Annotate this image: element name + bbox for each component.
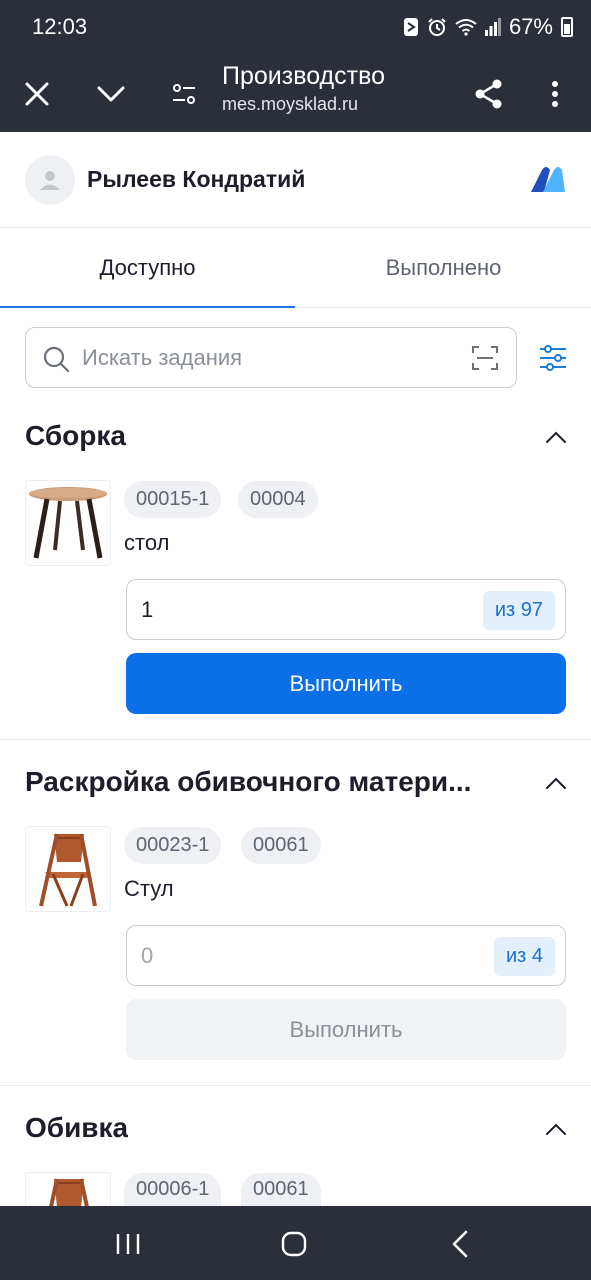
search-icon [42, 345, 70, 378]
user-header: Рылеев Кондратий [0, 132, 591, 228]
quantity-input[interactable]: 1 из 97 [126, 579, 566, 640]
search-input[interactable] [82, 340, 462, 376]
collapse-button[interactable] [544, 425, 570, 451]
status-bar: 12:03 67% [0, 0, 591, 56]
battery-icon [561, 17, 573, 37]
avatar[interactable] [25, 155, 75, 205]
user-icon [40, 171, 60, 190]
order-code-chip: 00061 [241, 1173, 321, 1206]
page-url[interactable]: mes.moysklad.ru [222, 94, 358, 115]
filter-icon [540, 345, 566, 371]
chevron-up-icon [546, 1123, 566, 1135]
alarm-icon [427, 17, 447, 37]
quantity-total: из 97 [482, 591, 555, 630]
order-code-chip: 00061 [241, 827, 321, 864]
section-title: Обивка [25, 1112, 129, 1143]
quantity-value[interactable]: 1 [141, 597, 153, 623]
complete-button[interactable]: Выполнить [126, 653, 566, 714]
product-name: Стул [124, 876, 174, 901]
product-name: стол [124, 530, 170, 555]
section-divider [0, 739, 591, 740]
product-image-table[interactable] [25, 480, 111, 566]
product-image-chair[interactable] [25, 826, 111, 912]
share-icon [475, 79, 502, 109]
brand-logo [529, 164, 567, 199]
quantity-total: из 4 [493, 937, 555, 976]
home-icon [281, 1231, 307, 1257]
home-button[interactable] [274, 1224, 314, 1264]
user-name: Рылеев Кондратий [87, 166, 306, 192]
settings-sliders-icon [173, 84, 195, 104]
back-icon [452, 1230, 468, 1258]
filter-button[interactable] [538, 343, 570, 375]
page-title: Производство [222, 62, 386, 90]
barcode-scan-icon[interactable] [472, 345, 498, 376]
recent-apps-icon [116, 1234, 140, 1254]
signal-icon [484, 18, 501, 36]
recent-apps-button[interactable] [108, 1224, 148, 1264]
close-icon [25, 82, 49, 106]
tabs: Доступно Выполнено [0, 228, 591, 308]
task-code-chip: 00006-1 [124, 1173, 222, 1206]
status-time: 12:03 [32, 14, 88, 39]
nfc-icon [403, 17, 419, 37]
section-title: Раскройка обивочного матери... [25, 766, 472, 797]
wifi-icon [455, 18, 477, 36]
order-code-chip: 00004 [238, 481, 318, 518]
task-code-chip: 00023-1 [124, 827, 222, 864]
minimize-button[interactable] [87, 70, 135, 118]
page-settings-button[interactable] [160, 70, 208, 118]
close-button[interactable] [13, 70, 61, 118]
product-image-chair[interactable] [25, 1172, 111, 1206]
quantity-value[interactable]: 0 [141, 943, 153, 969]
chevron-up-icon [546, 777, 566, 789]
browser-toolbar: Производство mes.moysklad.ru [0, 56, 591, 132]
status-icons: 67% [403, 14, 573, 40]
more-vertical-icon [552, 81, 558, 107]
tab-available[interactable]: Доступно [0, 228, 295, 308]
system-navigation-bar [0, 1206, 591, 1280]
section-title: Сборка [25, 420, 126, 451]
chevron-up-icon [546, 431, 566, 443]
more-menu-button[interactable] [531, 70, 579, 118]
collapse-button[interactable] [544, 771, 570, 797]
quantity-input[interactable]: 0 из 4 [126, 925, 566, 986]
search-field[interactable] [25, 327, 517, 388]
collapse-button[interactable] [544, 1117, 570, 1143]
section-divider [0, 1085, 591, 1086]
share-button[interactable] [465, 70, 513, 118]
complete-button[interactable]: Выполнить [126, 999, 566, 1060]
active-tab-indicator [0, 306, 295, 308]
tab-completed[interactable]: Выполнено [296, 228, 591, 308]
task-code-chip: 00015-1 [124, 481, 222, 518]
back-button[interactable] [440, 1224, 480, 1264]
chevron-down-icon [97, 86, 125, 102]
battery-percent: 67% [508, 14, 553, 39]
